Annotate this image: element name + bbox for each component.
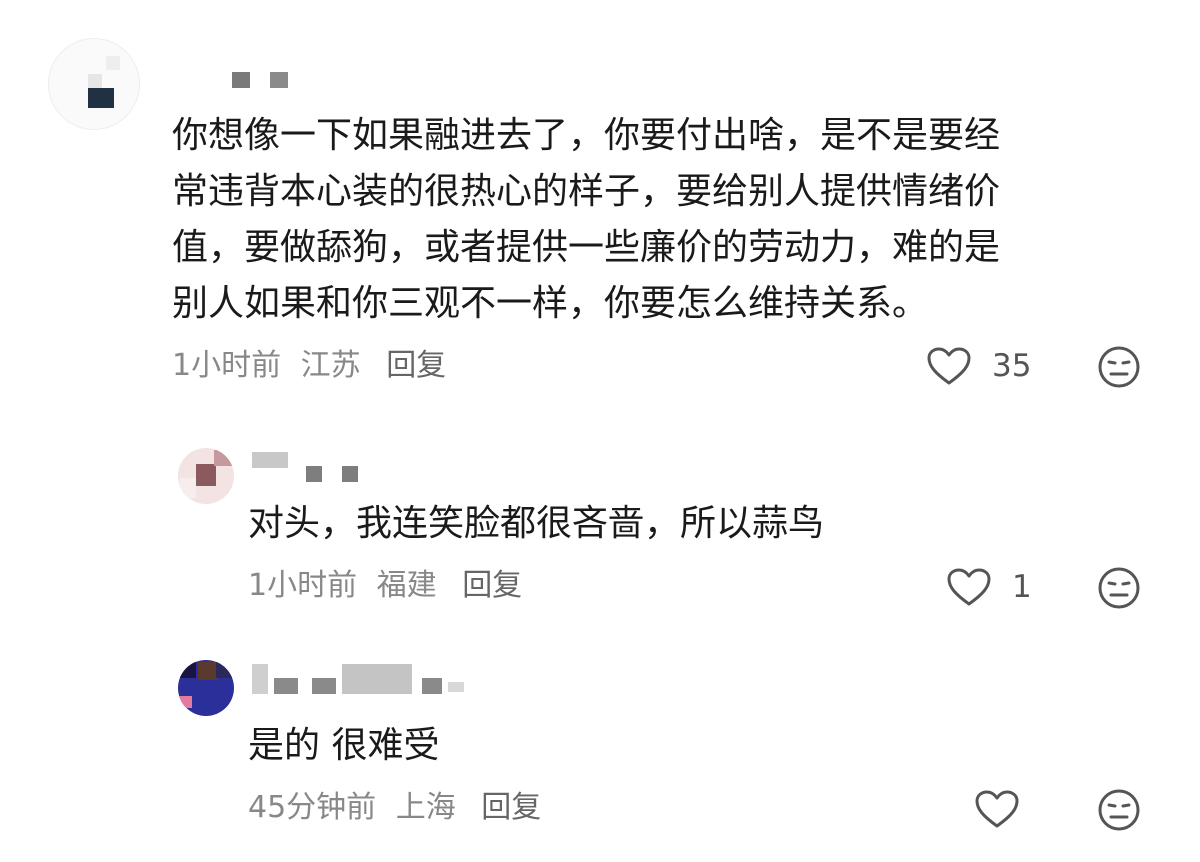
meh-face-icon — [1097, 788, 1141, 832]
location: 上海 — [395, 790, 456, 825]
like-button[interactable]: 35 — [926, 346, 1031, 386]
like-count: 35 — [992, 348, 1032, 384]
like-button[interactable] — [974, 789, 1020, 829]
username-redacted[interactable] — [252, 452, 362, 484]
heart-outline-icon — [946, 567, 992, 607]
meh-face-icon — [1097, 345, 1141, 389]
comment-text: 是的 很难受 — [248, 718, 439, 774]
comment-text: 你想像一下如果融进去了，你要付出啥，是不是要经 常违背本心装的很热心的样子，要给… — [172, 108, 1000, 332]
heart-outline-icon — [926, 346, 972, 386]
comment-line: 你想像一下如果融进去了，你要付出啥，是不是要经 — [172, 115, 1001, 156]
meh-face-icon — [1097, 566, 1141, 610]
reply-button[interactable]: 回复 — [386, 346, 446, 386]
username-redacted[interactable] — [252, 664, 472, 696]
avatar[interactable] — [48, 38, 140, 130]
like-count: 1 — [1012, 569, 1032, 605]
location: 福建 — [376, 568, 437, 603]
dislike-button[interactable] — [1097, 566, 1141, 610]
location: 江苏 — [300, 348, 361, 383]
like-button[interactable]: 1 — [946, 567, 1032, 607]
avatar[interactable] — [178, 660, 234, 716]
comment-line: 值，要做舔狗，或者提供一些廉价的劳动力，难的是 — [172, 227, 1001, 268]
username-redacted[interactable] — [232, 72, 292, 90]
timestamp: 45分钟前 — [248, 790, 377, 825]
reply-button[interactable]: 回复 — [462, 566, 522, 606]
comment-line: 是的 很难受 — [248, 725, 440, 766]
comment-meta: 1小时前 福建 回复 — [248, 566, 522, 606]
dislike-button[interactable] — [1097, 788, 1141, 832]
dislike-button[interactable] — [1097, 345, 1141, 389]
comment-line: 常违背本心装的很热心的样子，要给别人提供情绪价 — [172, 171, 1001, 212]
comment-line: 对头，我连笑脸都很吝啬，所以蒜鸟 — [248, 503, 825, 544]
reply-button[interactable]: 回复 — [481, 788, 541, 828]
comment-meta: 45分钟前 上海 回复 — [248, 788, 541, 828]
timestamp: 1小时前 — [172, 348, 282, 383]
comment-text: 对头，我连笑脸都很吝啬，所以蒜鸟 — [248, 496, 824, 552]
timestamp: 1小时前 — [248, 568, 358, 603]
comment-line: 别人如果和你三观不一样，你要怎么维持关系。 — [172, 283, 929, 324]
avatar[interactable] — [178, 448, 234, 504]
comment-meta: 1小时前 江苏 回复 — [172, 346, 446, 386]
heart-outline-icon — [974, 789, 1020, 829]
